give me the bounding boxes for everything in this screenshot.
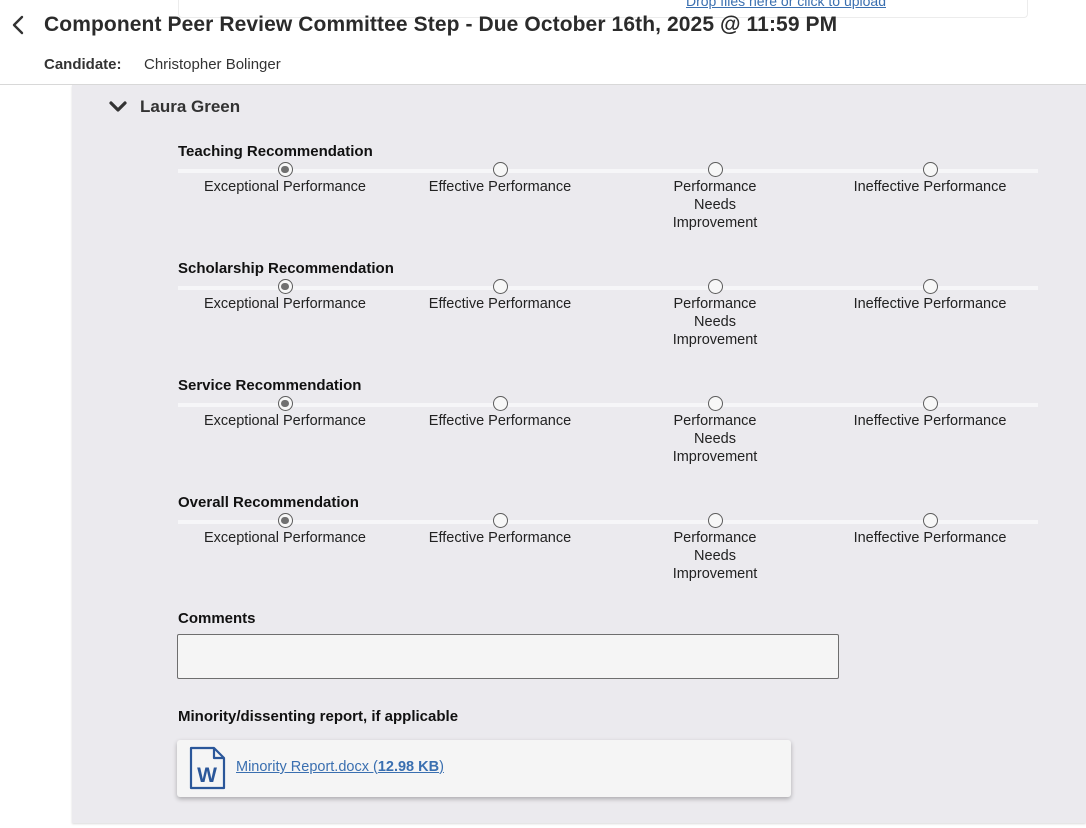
radio-option[interactable]: Ineffective Performance xyxy=(830,162,1030,196)
radio-option-label[interactable]: Exceptional Performance xyxy=(185,529,385,547)
radio-option-label[interactable]: Exceptional Performance xyxy=(185,412,385,430)
radio-option[interactable]: Exceptional Performance xyxy=(185,396,385,430)
minority-report-label: Minority/dissenting report, if applicabl… xyxy=(178,708,459,725)
reviewer-name: Laura Green xyxy=(140,97,241,116)
radio-button[interactable] xyxy=(277,162,293,177)
comments-label: Comments xyxy=(178,610,256,627)
candidate-name: Christopher Bolinger xyxy=(144,56,281,73)
radio-option-label[interactable]: Effective Performance xyxy=(400,529,600,547)
chevron-down-icon xyxy=(109,101,127,112)
recommendation-title: Overall Recommendation xyxy=(178,494,359,511)
radio-option-label[interactable]: Effective Performance xyxy=(400,412,600,430)
radio-option-label[interactable]: Exceptional Performance xyxy=(185,295,385,313)
radio-option[interactable]: Ineffective Performance xyxy=(830,279,1030,313)
attachment-file-size[interactable]: 12.98 KB xyxy=(378,759,439,775)
radio-option[interactable]: Ineffective Performance xyxy=(830,513,1030,547)
radio-button[interactable] xyxy=(277,396,293,411)
radio-option[interactable]: Performance Needs Improvement xyxy=(615,162,815,232)
radio-option[interactable]: Effective Performance xyxy=(400,396,600,430)
radio-option-label[interactable]: Performance Needs Improvement xyxy=(615,295,815,349)
radio-button[interactable] xyxy=(707,279,723,294)
radio-option[interactable]: Performance Needs Improvement xyxy=(615,396,815,466)
radio-option-label[interactable]: Performance Needs Improvement xyxy=(615,178,815,232)
radio-option[interactable]: Effective Performance xyxy=(400,513,600,547)
radio-option-label[interactable]: Effective Performance xyxy=(400,178,600,196)
radio-button[interactable] xyxy=(277,513,293,528)
radio-option[interactable]: Exceptional Performance xyxy=(185,162,385,196)
radio-button[interactable] xyxy=(922,513,938,528)
page-title: Component Peer Review Committee Step - D… xyxy=(44,13,838,36)
recommendation-group: Service Recommendation Exceptional Perfor… xyxy=(178,377,1038,467)
recommendation-group: Scholarship Recommendation Exceptional Pe… xyxy=(178,260,1038,350)
back-button[interactable] xyxy=(8,12,30,38)
radio-option-label[interactable]: Ineffective Performance xyxy=(830,178,1030,196)
radio-option[interactable]: Exceptional Performance xyxy=(185,513,385,547)
radio-option-label[interactable]: Ineffective Performance xyxy=(830,529,1030,547)
radio-option[interactable]: Performance Needs Improvement xyxy=(615,279,815,349)
radio-option[interactable]: Ineffective Performance xyxy=(830,396,1030,430)
radio-button[interactable] xyxy=(707,396,723,411)
recommendation-group: Teaching Recommendation Exceptional Perfo… xyxy=(178,143,1038,233)
radio-option-label[interactable]: Ineffective Performance xyxy=(830,295,1030,313)
radio-button[interactable] xyxy=(277,279,293,294)
radio-option-label[interactable]: Performance Needs Improvement xyxy=(615,529,815,583)
radio-button[interactable] xyxy=(922,279,938,294)
radio-option[interactable]: Effective Performance xyxy=(400,162,600,196)
chevron-left-icon xyxy=(12,15,24,35)
radio-button[interactable] xyxy=(922,396,938,411)
candidate-label: Candidate: xyxy=(44,56,122,73)
attachment-link[interactable]: Minority Report.docx (12.98 KB) xyxy=(236,759,444,775)
recommendation-title: Scholarship Recommendation xyxy=(178,260,394,277)
radio-option-label[interactable]: Exceptional Performance xyxy=(185,178,385,196)
radio-button[interactable] xyxy=(707,513,723,528)
recommendation-group: Overall Recommendation Exceptional Perfor… xyxy=(178,494,1038,584)
upload-hint-link[interactable]: Drop files here or click to upload xyxy=(686,0,886,9)
radio-button[interactable] xyxy=(707,162,723,177)
radio-option-label[interactable]: Performance Needs Improvement xyxy=(615,412,815,466)
radio-button[interactable] xyxy=(492,513,508,528)
radio-button[interactable] xyxy=(492,162,508,177)
word-icon-letter: W xyxy=(197,764,217,787)
attachment-file-name[interactable]: Minority Report.docx xyxy=(236,759,369,775)
radio-option[interactable]: Exceptional Performance xyxy=(185,279,385,313)
radio-button[interactable] xyxy=(922,162,938,177)
recommendation-title: Teaching Recommendation xyxy=(178,143,373,160)
word-document-icon: W xyxy=(189,746,226,790)
radio-option[interactable]: Effective Performance xyxy=(400,279,600,313)
page-header: Drop files here or click to upload Compo… xyxy=(0,0,1086,85)
attachment-card: W Minority Report.docx (12.98 KB) xyxy=(177,740,791,797)
radio-option[interactable]: Performance Needs Improvement xyxy=(615,513,815,583)
reviewer-section-toggle[interactable]: Laura Green xyxy=(108,96,240,118)
radio-option-label[interactable]: Ineffective Performance xyxy=(830,412,1030,430)
radio-button[interactable] xyxy=(492,279,508,294)
radio-option-label[interactable]: Effective Performance xyxy=(400,295,600,313)
comments-input[interactable] xyxy=(177,634,839,679)
recommendation-title: Service Recommendation xyxy=(178,377,362,394)
radio-button[interactable] xyxy=(492,396,508,411)
